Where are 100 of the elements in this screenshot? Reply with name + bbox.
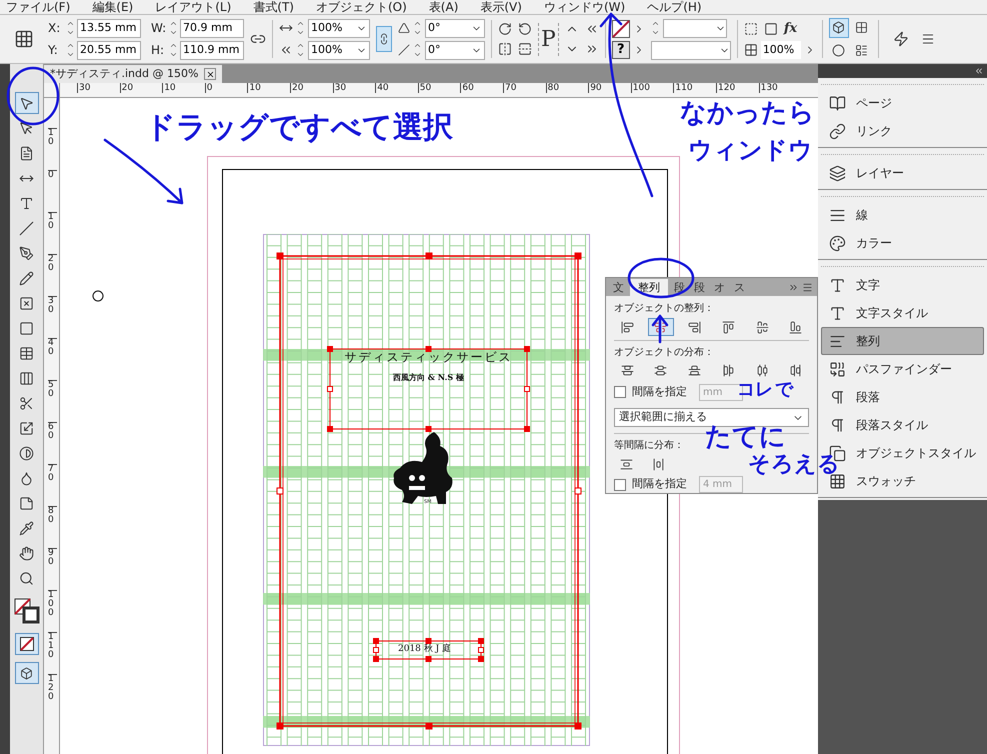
hand-drawn-circle xyxy=(628,258,694,298)
input-field[interactable]: 13.55 mm xyxy=(77,18,141,38)
selection-tool[interactable] xyxy=(14,92,38,114)
ruler-label: 70 xyxy=(48,464,57,483)
rotate-icon xyxy=(518,22,532,36)
ruler-label: 60 xyxy=(48,422,57,441)
ruler-label: 40 xyxy=(48,338,57,357)
menu-item[interactable]: 表(A) xyxy=(428,0,458,14)
text-frame[interactable] xyxy=(373,638,484,662)
note-icon xyxy=(19,496,34,510)
arrow-pointer-icon xyxy=(19,96,34,110)
dashed-square-icon xyxy=(744,22,758,36)
handwritten-note: そろえる xyxy=(748,454,840,476)
input-field[interactable]: 20.55 mm xyxy=(77,40,141,60)
panel-button[interactable]: 段落 xyxy=(821,383,984,411)
book-icon xyxy=(829,94,846,112)
constrain-proportions-button[interactable] xyxy=(376,26,392,52)
align-icon xyxy=(789,320,802,334)
panel-button[interactable]: 文字 xyxy=(821,271,984,299)
pilcrow-icon xyxy=(829,388,846,406)
ruler-label: 110 xyxy=(673,83,693,93)
panel-button[interactable]: 整列 xyxy=(821,327,984,355)
panel-button[interactable]: 線 xyxy=(821,201,984,229)
handwritten-note: で xyxy=(775,381,793,399)
align-icon xyxy=(654,320,668,334)
fill-stroke-icon[interactable] xyxy=(14,598,40,624)
input-field[interactable]: 70.9 mm xyxy=(180,18,244,38)
panel-tab[interactable]: オ xyxy=(711,279,728,296)
menu-icon xyxy=(920,32,935,46)
align-icon xyxy=(756,320,769,334)
pilcrow-icon xyxy=(829,416,846,434)
circle-icon xyxy=(832,44,846,57)
ruler-label: 80 xyxy=(546,83,560,93)
text-frame[interactable] xyxy=(327,346,530,432)
square-icon xyxy=(19,320,34,336)
menu-item[interactable]: レイアウト(L) xyxy=(155,0,232,14)
menu-icon xyxy=(802,282,813,294)
distribute-icon xyxy=(654,364,668,378)
no-color-button[interactable] xyxy=(14,633,38,655)
collapse-icon xyxy=(974,66,984,76)
effects-button[interactable]: fx xyxy=(784,18,798,38)
text-wrap-button[interactable] xyxy=(828,18,849,38)
panel-button[interactable]: ページ xyxy=(821,89,984,117)
distribute-icon xyxy=(620,364,634,378)
dropdown-field[interactable]: 100% xyxy=(308,18,370,38)
menu-item[interactable]: 表示(V) xyxy=(480,0,522,14)
flip-icon xyxy=(518,42,532,56)
menu-item[interactable]: ファイル(F) xyxy=(6,0,70,14)
ruler-label: 70 xyxy=(503,83,516,93)
pointer-icon xyxy=(19,120,34,136)
layers-icon xyxy=(829,164,846,182)
type-icon xyxy=(19,196,34,210)
opacity-field[interactable]: 100% xyxy=(760,41,801,60)
distribute-icon xyxy=(756,364,769,378)
menu-item[interactable]: ヘルプ(H) xyxy=(647,0,702,14)
ruler-label: 30 xyxy=(332,83,346,93)
angle-icon xyxy=(398,22,410,34)
checkbox[interactable] xyxy=(614,386,626,398)
menu-item[interactable]: 書式(T) xyxy=(253,0,294,14)
ruler-label: 100 xyxy=(48,590,57,618)
document-subtitle: 西風方向 & N.S 極 xyxy=(392,371,465,383)
shear-icon xyxy=(398,44,410,56)
frame-glyph[interactable]: P xyxy=(538,22,559,56)
dropdown-field[interactable]: 0° xyxy=(425,18,485,38)
panel-button[interactable]: カラー xyxy=(821,229,984,257)
columns-icon xyxy=(19,370,34,386)
menu-item[interactable]: ウィンドウ(W) xyxy=(544,0,626,14)
panel-button[interactable]: パスファインダー xyxy=(821,355,984,383)
dropdown-field[interactable]: 0° xyxy=(425,40,485,60)
panel-button[interactable]: レイヤー xyxy=(821,159,984,187)
panel-tab[interactable]: 段 xyxy=(691,279,708,296)
ruler-label: 30 xyxy=(48,296,57,315)
screen-mode-button[interactable] xyxy=(14,662,38,684)
panel-tab[interactable]: ス xyxy=(731,279,748,296)
panel-tab[interactable]: 文 xyxy=(610,279,627,296)
screen-mode-icon xyxy=(20,666,33,680)
checkbox[interactable] xyxy=(614,478,626,491)
spacing-icon xyxy=(652,458,664,471)
input-field[interactable]: 110.9 mm xyxy=(180,40,244,60)
document-tab[interactable]: *サディスティ.indd @ 150% xyxy=(44,65,222,83)
panel-tab[interactable]: 整列 xyxy=(630,279,668,296)
pen-icon xyxy=(19,246,34,260)
field-label: W: xyxy=(151,20,167,37)
no-fill-swatch-icon[interactable] xyxy=(612,20,630,38)
list-icon xyxy=(855,44,868,57)
panel-button[interactable]: 文字スタイル xyxy=(821,299,984,327)
panel-tab[interactable]: 段 xyxy=(671,279,688,296)
menu-item[interactable]: 編集(E) xyxy=(92,0,134,14)
section-label: オブジェクトの分布： xyxy=(613,346,715,360)
panel-button[interactable]: リンク xyxy=(821,117,984,145)
distribute-icon xyxy=(688,364,702,378)
ruler-label: 100 xyxy=(630,83,650,93)
menu-item[interactable]: オブジェクト(O) xyxy=(316,0,407,14)
close-icon[interactable] xyxy=(204,68,216,80)
dropdown-field[interactable]: 100% xyxy=(308,40,370,60)
grid-icon xyxy=(855,21,868,34)
square-frame-icon xyxy=(832,21,846,34)
unknown-swatch[interactable]: ? xyxy=(612,40,630,58)
combine-icon xyxy=(829,360,846,378)
panel-button[interactable]: 段落スタイル xyxy=(821,411,984,439)
